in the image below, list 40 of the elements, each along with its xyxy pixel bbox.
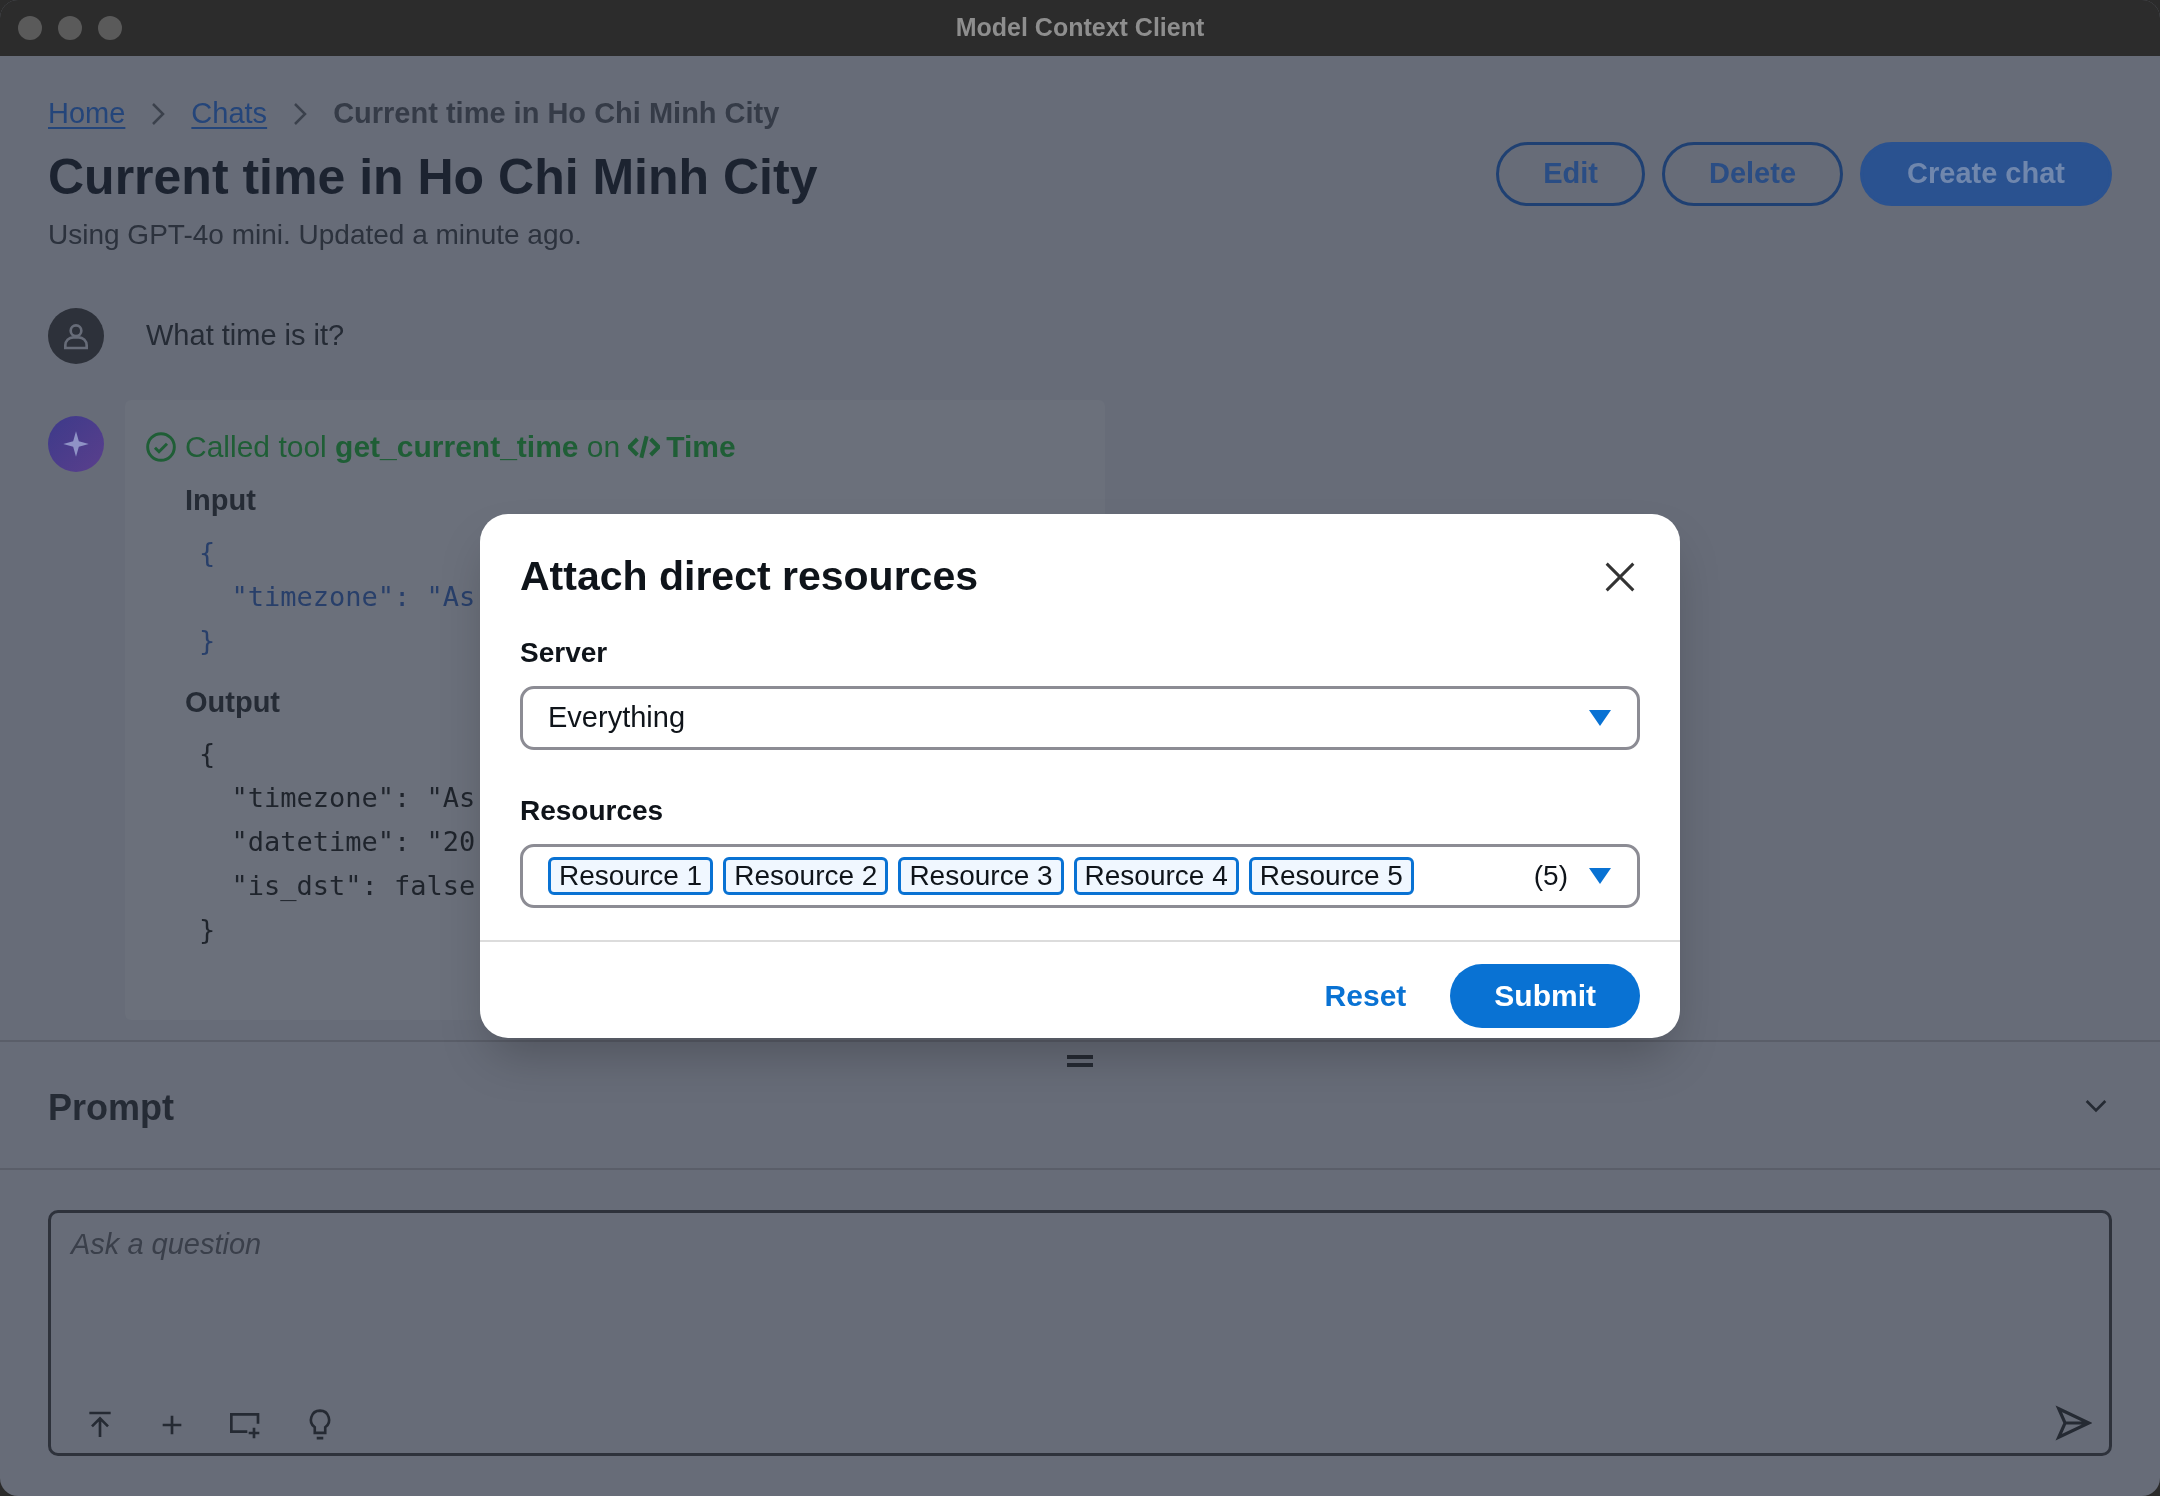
section-title: Prompt (48, 1086, 174, 1130)
server-select[interactable]: Everything (520, 685, 1640, 750)
close-window-button[interactable] (18, 16, 42, 40)
code-line: "is_dst": false (230, 870, 476, 902)
reset-button[interactable]: Reset (1324, 963, 1407, 1028)
user-message: What time is it? (146, 318, 345, 354)
selected-count: (5) (1533, 858, 1568, 893)
dropdown-caret-icon (1588, 866, 1612, 885)
code-line: "timezone": "As (230, 782, 476, 814)
dropdown-caret-icon (1588, 708, 1612, 727)
resize-handle-icon[interactable] (1067, 1054, 1093, 1068)
assistant-avatar-icon (48, 416, 104, 472)
send-icon[interactable] (2054, 1404, 2092, 1442)
user-avatar-icon (48, 308, 104, 364)
code-line: "datetime": "20 (230, 826, 476, 858)
resources-multiselect[interactable]: Resource 1 Resource 2 Resource 3 Resource 4 Resource 5 (5) (520, 843, 1640, 908)
resource-tag[interactable]: Resource 5 (1248, 856, 1414, 895)
page-subtitle: Using GPT-4o mini. Updated a minute ago. (48, 218, 583, 252)
dialog-title: Attach direct resources (520, 552, 978, 601)
code-line: "timezone": "As (230, 580, 476, 613)
field-label: Resources (520, 793, 665, 828)
code-line: { (199, 738, 216, 770)
minimize-window-button[interactable] (58, 16, 82, 40)
code-line: } (199, 914, 216, 946)
server-name: Time (666, 429, 736, 465)
section-heading: Input (185, 483, 256, 518)
resource-tag[interactable]: Resource 3 (898, 856, 1064, 895)
resource-tag[interactable]: Resource 4 (1073, 856, 1239, 895)
tool-call-text: Called tool get_current_time on (185, 429, 621, 465)
page-title: Current time in Ho Chi Minh City (48, 148, 818, 207)
code-line: { (199, 536, 216, 569)
resource-tag[interactable]: Resource 1 (548, 856, 714, 895)
submit-button[interactable]: Submit (1450, 963, 1640, 1028)
resource-tag[interactable]: Resource 2 (723, 856, 889, 895)
section-heading: Output (185, 684, 280, 720)
check-circle-icon (145, 430, 177, 463)
zoom-window-button[interactable] (98, 16, 122, 40)
code-line: } (199, 624, 216, 657)
window-title: Model Context Client (955, 12, 1205, 44)
field-label: Server (520, 635, 609, 670)
